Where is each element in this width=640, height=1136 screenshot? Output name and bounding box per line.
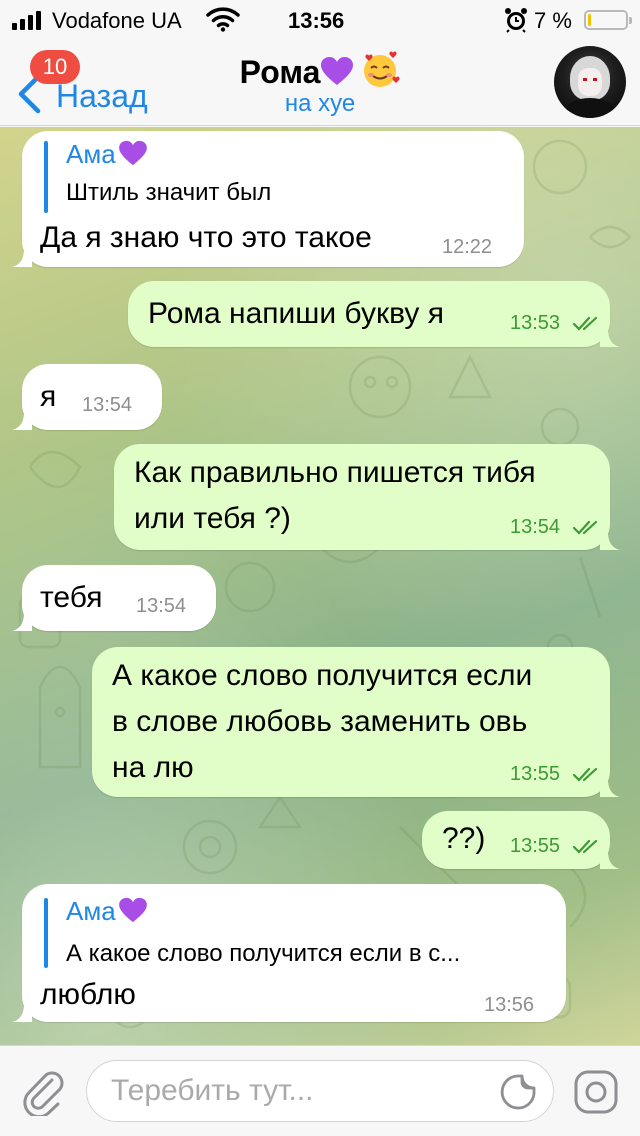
message-text: Рома напиши букву я (148, 297, 444, 330)
reply-author: Ама (66, 139, 148, 170)
message-time: 12:22 (442, 236, 493, 258)
double-check-icon (572, 839, 598, 854)
message-input[interactable] (86, 1060, 554, 1122)
message-composer (0, 1045, 640, 1136)
message-time: 13:56 (484, 994, 535, 1016)
message-list[interactable]: Ама Штиль значит был Да я знаю что это т… (0, 127, 640, 1045)
reply-text: А какое слово получится если в с... (66, 940, 461, 967)
purple-heart-emoji (118, 140, 147, 166)
battery-icon (584, 10, 632, 30)
message-bubble-outgoing[interactable]: А какое слово получится если в слове люб… (92, 647, 620, 797)
message-bubble-incoming[interactable]: я 13:54 (12, 364, 162, 430)
wifi-icon (206, 7, 240, 32)
status-bar: Vodafone UA 13:56 7 % (0, 0, 640, 40)
purple-heart-emoji (118, 897, 147, 923)
sticker-icon[interactable] (498, 1072, 538, 1112)
chat-header: Назад 10 Рома на хуе (0, 40, 640, 126)
message-text-line: А какое слово получится если (112, 659, 533, 692)
status-time: 13:56 (288, 8, 345, 33)
avatar[interactable] (554, 46, 626, 118)
message-text-line: или тебя ?) (134, 502, 291, 535)
message-time: 13:55 (510, 763, 561, 785)
reply-text: Штиль значит был (66, 179, 272, 206)
message-bubble-outgoing[interactable]: Как правильно пишется тибя или тебя ?) 1… (114, 444, 620, 550)
carrier-name: Vodafone UA (52, 8, 182, 33)
message-text: люблю (40, 978, 136, 1011)
message-time: 13:55 (510, 835, 561, 857)
message-text: Да я знаю что это такое (40, 221, 372, 254)
smiling-face-with-hearts-emoji (364, 51, 400, 87)
chat-title[interactable]: Рома (0, 50, 640, 91)
cellular-signal-icon (12, 10, 41, 30)
message-bubble-outgoing[interactable]: Рома напиши букву я 13:53 (128, 281, 620, 347)
chat-status: на хуе (284, 90, 356, 117)
message-time: 13:54 (136, 595, 187, 617)
purple-heart-emoji (321, 57, 354, 85)
message-text: ??) (442, 822, 486, 855)
message-text: тебя (40, 581, 103, 614)
message-time: 13:54 (510, 516, 561, 538)
alarm-clock-icon (505, 8, 527, 33)
paperclip-icon[interactable] (18, 1066, 68, 1116)
message-bubble-incoming[interactable]: Ама А какое слово получится если в с... … (12, 884, 566, 1022)
reply-quote-bar (44, 898, 48, 968)
message-text-line: в слове любовь заменить овь (112, 705, 528, 738)
message-bubble-incoming[interactable]: Ама Штиль значит был Да я знаю что это т… (12, 131, 524, 267)
reply-quote-bar (44, 141, 48, 213)
message-bubble-outgoing[interactable]: ??) 13:55 (422, 811, 620, 869)
double-check-icon (572, 316, 598, 331)
battery-percent: 7 % (534, 8, 572, 33)
message-time: 13:54 (82, 394, 133, 416)
message-text-line: на лю (112, 751, 194, 784)
double-check-icon (572, 767, 598, 782)
double-check-icon (572, 520, 598, 535)
reply-author: Ама (66, 896, 148, 927)
chat-name: Рома (239, 54, 321, 90)
battery-level (588, 14, 591, 26)
message-text-line: Как правильно пишется тибя (134, 456, 536, 489)
message-time: 13:53 (510, 312, 561, 334)
message-bubble-incoming[interactable]: тебя 13:54 (12, 565, 216, 631)
camera-icon[interactable] (572, 1068, 620, 1116)
message-text: я (40, 380, 57, 413)
